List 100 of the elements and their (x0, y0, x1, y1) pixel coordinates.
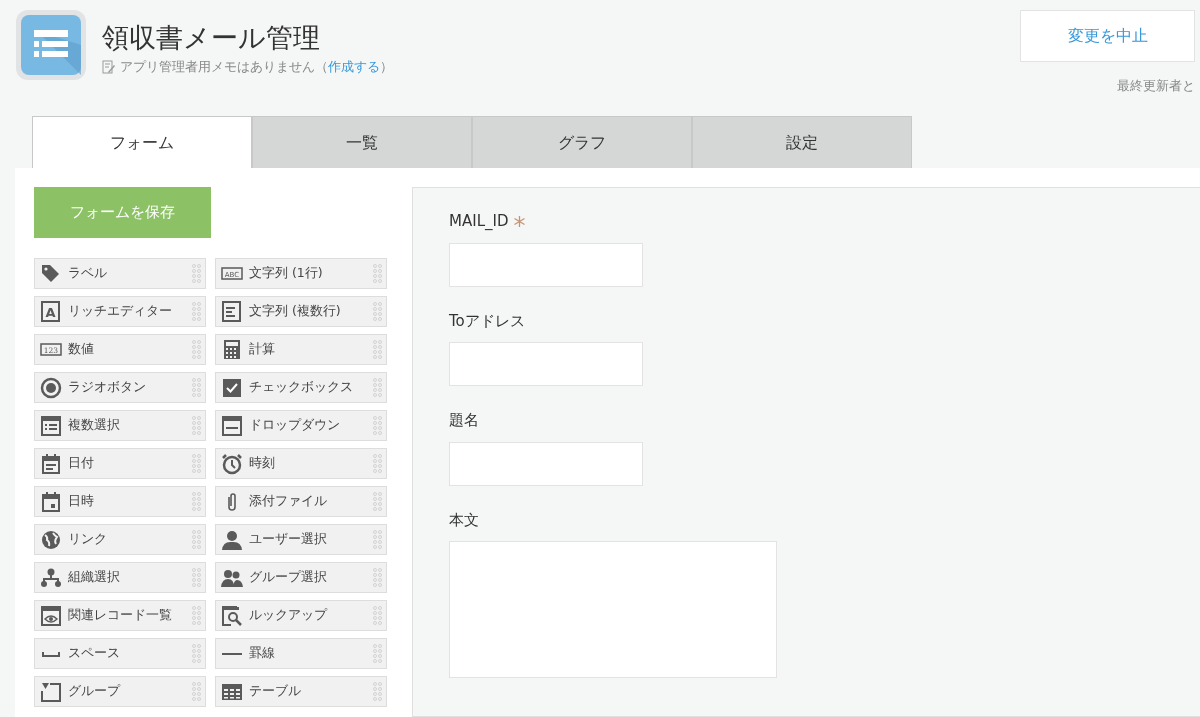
drag-handle-icon[interactable] (192, 302, 201, 321)
calendar-icon (40, 452, 62, 475)
field-type-label: 文字列 (複数行) (249, 302, 341, 321)
field-type-label: 添付ファイル (249, 492, 327, 511)
field-type-label: 文字列 (1行) (249, 264, 323, 283)
field-type-item[interactable]: グループ選択 (215, 562, 387, 593)
tab[interactable]: フォーム (32, 116, 252, 168)
drag-handle-icon[interactable] (192, 682, 201, 701)
tag-icon (40, 262, 62, 285)
field-type-item[interactable]: 時刻 (215, 448, 387, 479)
text-input-field[interactable] (449, 242, 643, 287)
drag-handle-icon[interactable] (192, 492, 201, 511)
text-input-field[interactable] (449, 441, 643, 486)
drag-handle-icon[interactable] (192, 530, 201, 549)
space-icon (40, 649, 62, 658)
drag-handle-icon[interactable] (373, 454, 382, 473)
field-type-item[interactable]: 文字列 (複数行) (215, 296, 387, 327)
drag-handle-icon[interactable] (192, 340, 201, 359)
drag-handle-icon[interactable] (373, 644, 382, 663)
field-label: Toアドレス (449, 311, 525, 330)
drag-handle-icon[interactable] (192, 606, 201, 625)
field-type-item[interactable]: 複数選択 (34, 410, 206, 441)
org-chart-icon (40, 566, 62, 589)
text-lines-icon (221, 300, 243, 323)
field-type-item[interactable]: グループ (34, 676, 206, 707)
field-type-item[interactable]: ユーザー選択 (215, 524, 387, 555)
field-label: 本文 (449, 510, 479, 529)
field-type-item[interactable]: チェックボックス (215, 372, 387, 403)
drag-handle-icon[interactable] (373, 606, 382, 625)
field-type-item[interactable]: ラベル (34, 258, 206, 289)
drag-handle-icon[interactable] (373, 264, 382, 283)
user-icon (221, 528, 243, 551)
field-type-item[interactable]: ラジオボタン (34, 372, 206, 403)
field-type-label: リッチエディター (68, 302, 172, 321)
magnifier-window-icon (221, 604, 243, 627)
checkbox-icon (221, 376, 243, 399)
last-updated-text: 最終更新者と (1117, 77, 1195, 95)
drag-handle-icon[interactable] (192, 416, 201, 435)
app-title: 領収書メール管理 (102, 22, 321, 55)
field-label: MAIL_ID (449, 212, 509, 230)
field-type-label: 複数選択 (68, 416, 120, 435)
group-box-icon (40, 680, 62, 703)
field-type-item[interactable]: 組織選択 (34, 562, 206, 593)
drag-handle-icon[interactable] (373, 568, 382, 587)
drag-handle-icon[interactable] (373, 416, 382, 435)
drag-handle-icon[interactable] (192, 644, 201, 663)
field-type-item[interactable]: 日付 (34, 448, 206, 479)
field-type-item[interactable]: テーブル (215, 676, 387, 707)
drag-handle-icon[interactable] (373, 530, 382, 549)
drag-handle-icon[interactable] (192, 378, 201, 397)
tab[interactable]: グラフ (472, 116, 692, 168)
field-type-item[interactable]: A リッチエディター (34, 296, 206, 327)
tab[interactable]: 設定 (692, 116, 912, 168)
field-type-item[interactable]: 計算 (215, 334, 387, 365)
radio-button-icon (40, 376, 62, 399)
field-type-label: チェックボックス (249, 378, 353, 397)
field-type-label: 関連レコード一覧 (68, 606, 172, 625)
alarm-clock-icon (221, 452, 243, 475)
drag-handle-icon[interactable] (373, 378, 382, 397)
field-type-item[interactable]: リンク (34, 524, 206, 555)
drag-handle-icon[interactable] (192, 454, 201, 473)
field-type-label: ラジオボタン (68, 378, 146, 397)
field-type-label: ラベル (68, 264, 107, 283)
field-type-label: グループ選択 (249, 568, 327, 587)
dropdown-icon (221, 414, 243, 437)
app-icon (16, 10, 86, 80)
field-type-label: 計算 (249, 340, 275, 359)
drag-handle-icon[interactable] (373, 492, 382, 511)
drag-handle-icon[interactable] (192, 568, 201, 587)
memo-edit-icon (102, 60, 116, 76)
field-type-label: グループ (68, 682, 120, 701)
field-type-label: ルックアップ (249, 606, 327, 625)
field-type-item[interactable]: 添付ファイル (215, 486, 387, 517)
tab[interactable]: 一覧 (252, 116, 472, 168)
letter-a-icon: A (40, 300, 62, 323)
field-type-label: 組織選択 (68, 568, 120, 587)
field-type-label: 日付 (68, 454, 94, 473)
field-type-label: 日時 (68, 492, 94, 511)
drag-handle-icon[interactable] (373, 682, 382, 701)
field-type-label: 罫線 (249, 644, 275, 663)
field-type-item[interactable]: 日時 (34, 486, 206, 517)
memo-text: アプリ管理者用メモはありません（作成する） (120, 58, 393, 77)
field-label: 題名 (449, 411, 479, 429)
list-icon (40, 414, 62, 437)
field-type-label: スペース (68, 644, 120, 663)
eye-window-icon (40, 604, 62, 627)
calendar-icon (40, 490, 62, 513)
field-type-item[interactable]: ドロップダウン (215, 410, 387, 441)
drag-handle-icon[interactable] (373, 302, 382, 321)
text-area-field[interactable] (449, 541, 777, 678)
text-input-field[interactable] (449, 342, 643, 386)
field-type-item[interactable]: スペース (34, 638, 206, 669)
field-type-label: ドロップダウン (249, 416, 340, 435)
field-type-label: ユーザー選択 (249, 530, 327, 549)
field-type-item[interactable]: 罫線 (215, 638, 387, 669)
drag-handle-icon[interactable] (192, 264, 201, 283)
field-type-item[interactable]: ルックアップ (215, 600, 387, 631)
drag-handle-icon[interactable] (373, 340, 382, 359)
field-type-label: 数値 (68, 340, 94, 359)
field-type-item[interactable]: 関連レコード一覧 (34, 600, 206, 631)
